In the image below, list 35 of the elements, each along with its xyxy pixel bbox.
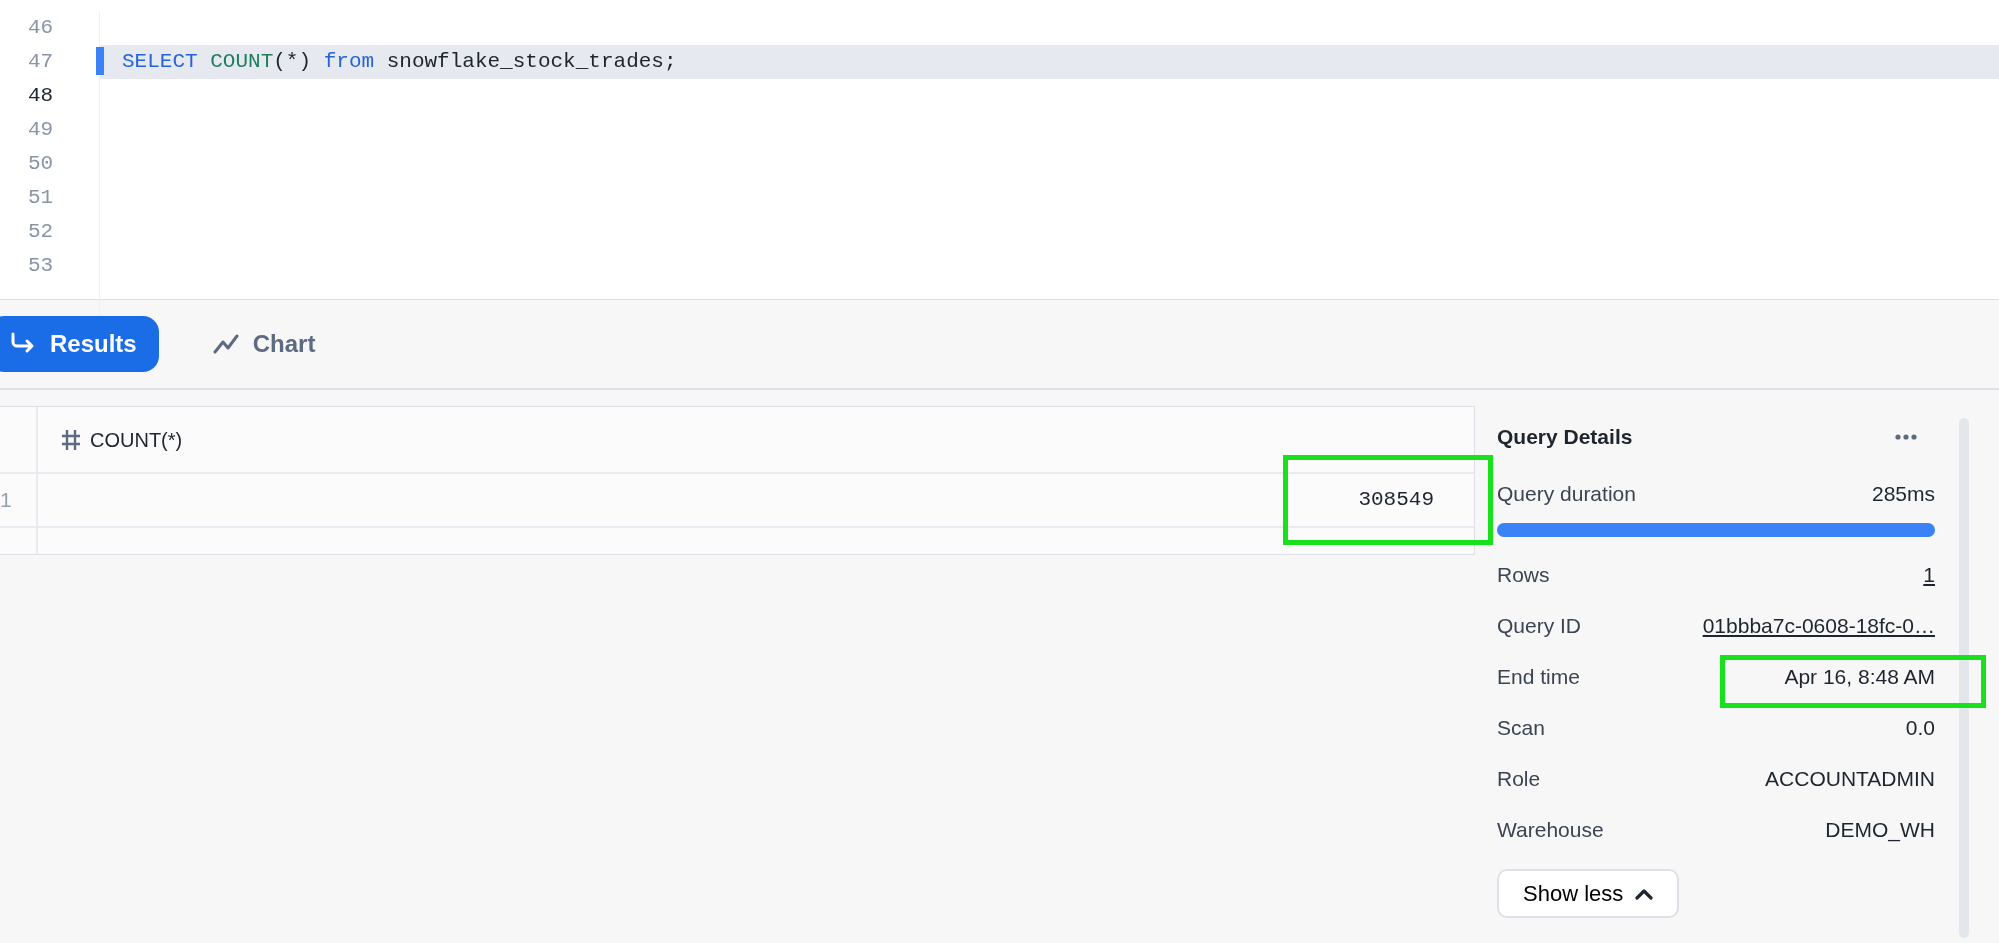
scrollbar[interactable] xyxy=(1959,418,1969,938)
row-number: 1 xyxy=(0,487,12,514)
detail-value: 0.0 xyxy=(1905,714,1935,741)
detail-link[interactable]: 1 xyxy=(1923,558,1935,591)
detail-label: Role xyxy=(1497,765,1541,792)
line-number: 51 xyxy=(28,186,54,209)
more-icon[interactable] xyxy=(1895,434,1917,440)
line-number: 48 xyxy=(28,84,54,107)
line-chart-icon xyxy=(212,333,239,355)
line-number: 49 xyxy=(28,118,54,141)
detail-label: Query ID xyxy=(1497,612,1582,639)
table-cell-text: 308549 xyxy=(1358,487,1434,514)
caret-up-icon xyxy=(1635,887,1654,900)
detail-link[interactable]: 01bbba7c-0608-18fc-0… xyxy=(1702,609,1935,642)
detail-value: 285ms xyxy=(1871,480,1935,507)
hash-icon xyxy=(60,427,82,452)
detail-label: Query duration xyxy=(1497,480,1636,507)
column-header: COUNT(*) xyxy=(90,427,183,453)
line-number: 52 xyxy=(28,220,54,243)
detail-value: DEMO_WH xyxy=(1825,816,1935,844)
panel-title: Query Details xyxy=(1497,424,1633,451)
detail-label: Scan xyxy=(1497,714,1545,741)
line-number: 47 xyxy=(28,50,54,73)
line-number: 46 xyxy=(28,16,54,39)
detail-value: ACCOUNTADMIN xyxy=(1765,765,1935,792)
show-less-button[interactable]: Show less xyxy=(1497,869,1680,918)
detail-label: End time xyxy=(1497,663,1580,690)
code-line: SELECT COUNT(*) from snowflake_stock_trades; xyxy=(122,50,677,73)
tab[interactable]: Results xyxy=(0,316,159,372)
detail-value: Apr 16, 8:48 AM xyxy=(1784,663,1935,690)
line-number: 50 xyxy=(28,152,54,175)
line-number: 53 xyxy=(28,254,54,277)
tab[interactable]: Chart xyxy=(190,316,338,372)
detail-label: Warehouse xyxy=(1497,816,1604,843)
detail-label: Rows xyxy=(1497,561,1550,588)
